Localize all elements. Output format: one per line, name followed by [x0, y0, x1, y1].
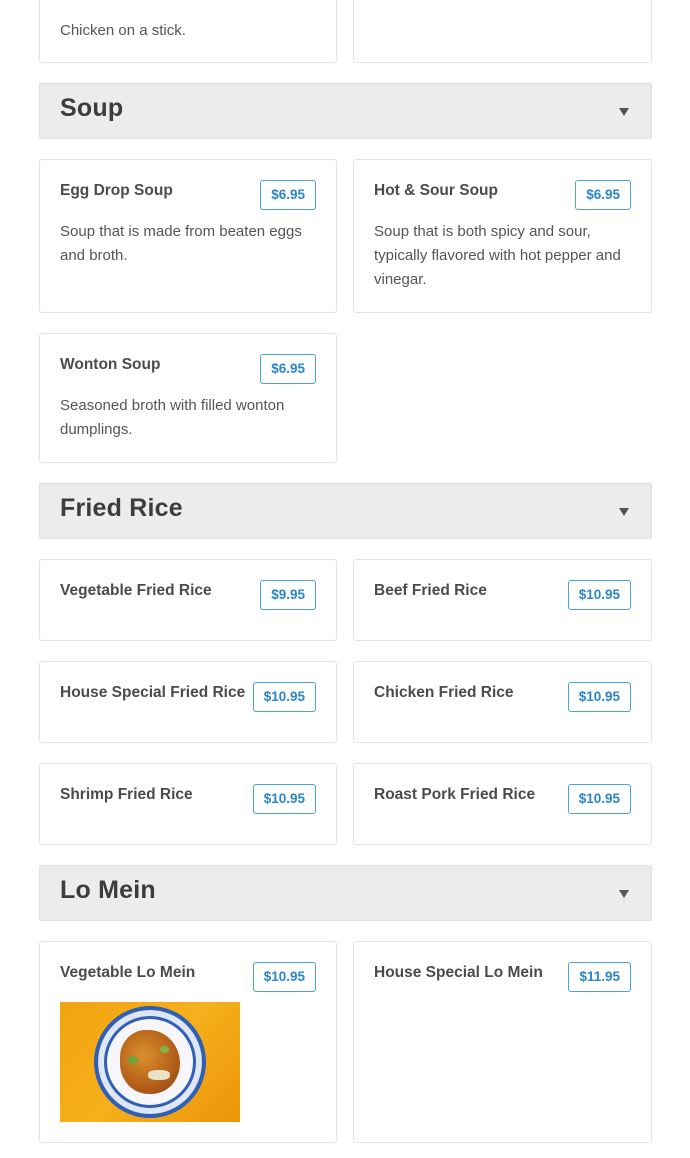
price-button[interactable]: $6.95	[260, 354, 316, 384]
item-description: Soup that is made from beaten eggs and b…	[60, 223, 302, 264]
price-button[interactable]: $10.95	[252, 962, 316, 992]
item-description: Seasoned broth with filled wonton dumpli…	[60, 397, 285, 438]
menu-item-card[interactable]: Beef Fried Rice $10.95	[353, 559, 652, 641]
item-name: House Special Lo Mein	[374, 964, 543, 981]
price-button[interactable]: $6.95	[575, 180, 631, 210]
item-name: Vegetable Fried Rice	[60, 582, 212, 599]
chevron-down-icon	[619, 508, 629, 516]
plate-image	[94, 1006, 206, 1118]
menu-item-card[interactable]: House Special Lo Mein $11.95	[353, 941, 652, 1143]
menu-item-card[interactable]: Shrimp Fried Rice $10.95	[39, 763, 337, 845]
lo-mein-photo[interactable]	[60, 1002, 240, 1122]
item-name: Egg Drop Soup	[60, 182, 173, 199]
menu-item-card[interactable]: Chicken on a stick.	[39, 0, 337, 63]
menu-item-card[interactable]	[353, 0, 652, 63]
chevron-down-icon	[619, 108, 629, 116]
price-button[interactable]: $10.95	[567, 580, 631, 610]
menu-item-card[interactable]: Vegetable Fried Rice $9.95	[39, 559, 337, 641]
price-button[interactable]: $10.95	[567, 682, 631, 712]
menu-item-card[interactable]: Vegetable Lo Mein $10.95	[39, 941, 337, 1143]
item-name: Wonton Soup	[60, 356, 161, 373]
section-title: Soup	[60, 94, 124, 122]
item-name: Beef Fried Rice	[374, 582, 487, 599]
section-title: Lo Mein	[60, 876, 156, 904]
price-button[interactable]: $6.95	[260, 180, 316, 210]
section-title: Fried Rice	[60, 494, 183, 522]
section-header-soup[interactable]: Soup	[39, 83, 652, 139]
item-description: Chicken on a stick.	[60, 22, 186, 39]
menu-item-card[interactable]: Wonton Soup $6.95 Seasoned broth with fi…	[39, 333, 337, 463]
menu-item-card[interactable]: Egg Drop Soup $6.95 Soup that is made fr…	[39, 159, 337, 313]
section-header-fried-rice[interactable]: Fried Rice	[39, 483, 652, 539]
price-button[interactable]: $11.95	[568, 962, 631, 992]
menu-item-card[interactable]: Hot & Sour Soup $6.95 Soup that is both …	[353, 159, 652, 313]
price-button[interactable]: $10.95	[252, 682, 316, 712]
item-name: Vegetable Lo Mein	[60, 964, 196, 981]
menu-item-card[interactable]: House Special Fried Rice $10.95	[39, 661, 337, 743]
price-button[interactable]: $10.95	[252, 784, 316, 814]
item-name: House Special Fried Rice	[60, 684, 246, 701]
item-name: Shrimp Fried Rice	[60, 786, 193, 803]
item-name: Hot & Sour Soup	[374, 182, 498, 199]
price-button[interactable]: $10.95	[567, 784, 631, 814]
price-button[interactable]: $9.95	[260, 580, 316, 610]
chevron-down-icon	[619, 890, 629, 898]
menu-item-card[interactable]: Roast Pork Fried Rice $10.95	[353, 763, 652, 845]
item-name: Roast Pork Fried Rice	[374, 786, 536, 803]
menu-item-card[interactable]: Chicken Fried Rice $10.95	[353, 661, 652, 743]
section-header-lo-mein[interactable]: Lo Mein	[39, 865, 652, 921]
item-description: Soup that is both spicy and sour, typica…	[374, 223, 621, 288]
item-name: Chicken Fried Rice	[374, 684, 514, 701]
